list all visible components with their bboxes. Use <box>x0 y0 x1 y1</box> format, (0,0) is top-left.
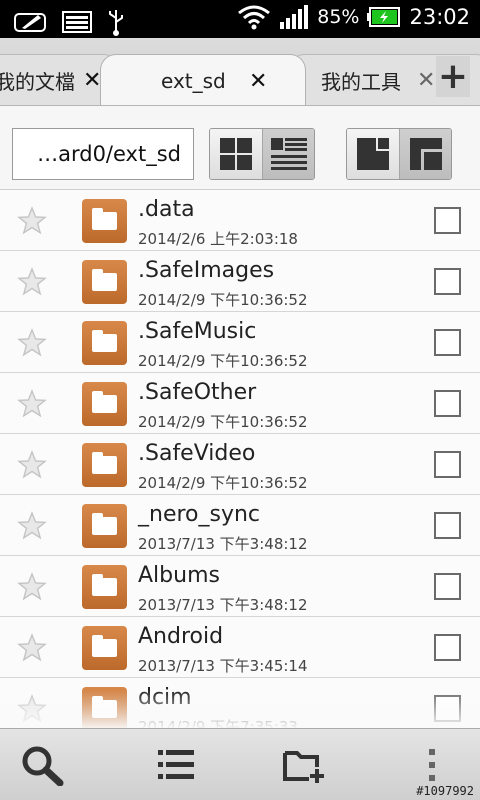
new-folder-icon <box>283 751 324 783</box>
close-icon[interactable]: ✕ <box>417 68 435 93</box>
battery-percent: 85% <box>317 6 360 28</box>
clock: 23:02 <box>409 5 470 29</box>
image-icon <box>62 11 92 33</box>
file-date: 2014/2/9 下午10:36:52 <box>138 291 308 309</box>
star-icon[interactable] <box>17 633 47 663</box>
file-row[interactable]: Android 2013/7/13 下午3:45:14 <box>0 617 480 678</box>
file-list: .data 2014/2/6 上午2:03:18 .SafeImages 2014/2… <box>0 190 480 728</box>
file-row[interactable]: dcim 2014/2/9 下午7:35:33 <box>0 678 480 728</box>
file-name: .SafeMusic <box>138 319 257 344</box>
tab-label: 我的工具 <box>321 70 401 94</box>
file-row[interactable]: .SafeImages 2014/2/9 下午10:36:52 <box>0 251 480 312</box>
file-row[interactable]: .SafeMusic 2014/2/9 下午10:36:52 <box>0 312 480 373</box>
star-icon[interactable] <box>17 511 47 541</box>
tab-label: 我的文檔 <box>0 70 75 94</box>
file-row[interactable]: .SafeVideo 2014/2/9 下午10:36:52 <box>0 434 480 495</box>
usb-icon <box>109 10 123 36</box>
file-row[interactable]: .SafeOther 2014/2/9 下午10:36:52 <box>0 373 480 434</box>
wifi-icon <box>238 5 271 30</box>
path-field[interactable]: …ard0/ext_sd <box>12 128 194 180</box>
file-name: dcim <box>138 685 192 710</box>
tab-bar: 我的文檔 ✕ 我的工具 ✕ ext_sd ✕ + <box>0 38 480 106</box>
new-folder-button[interactable] <box>280 743 328 787</box>
file-row[interactable]: Albums 2013/7/13 下午3:48:12 <box>0 556 480 617</box>
select-checkbox[interactable] <box>434 207 461 234</box>
more-vertical-icon <box>429 749 435 781</box>
edit-icon <box>14 13 46 32</box>
select-checkbox[interactable] <box>434 390 461 417</box>
grid-view-icon <box>220 138 252 170</box>
select-checkbox[interactable] <box>434 634 461 661</box>
select-checkbox[interactable] <box>434 451 461 478</box>
folder-icon <box>82 565 127 609</box>
search-button[interactable] <box>18 743 66 787</box>
close-icon[interactable]: ✕ <box>249 69 267 94</box>
file-name: .SafeOther <box>138 380 257 405</box>
file-name: _nero_sync <box>138 502 261 527</box>
select-checkbox[interactable] <box>434 573 461 600</box>
folder-icon <box>82 626 127 670</box>
file-name: .SafeImages <box>138 258 275 283</box>
folder-icon <box>82 321 127 365</box>
folder-icon <box>82 382 127 426</box>
dual-panel-icon <box>409 138 442 170</box>
list-view-icon <box>270 138 307 170</box>
tab-ext-sd[interactable]: ext_sd ✕ <box>100 54 306 105</box>
star-icon[interactable] <box>17 389 47 419</box>
grid-view-button[interactable] <box>210 129 262 179</box>
select-checkbox[interactable] <box>434 695 461 722</box>
panel-layout-toggle <box>346 128 452 180</box>
star-icon[interactable] <box>17 572 47 602</box>
star-icon[interactable] <box>17 694 47 724</box>
file-row[interactable]: .data 2014/2/6 上午2:03:18 <box>0 190 480 251</box>
view-mode-toggle <box>209 128 315 180</box>
folder-icon <box>82 687 127 728</box>
list-view-button[interactable] <box>262 129 314 179</box>
battery-charging-icon <box>367 7 401 27</box>
toolbar: …ard0/ext_sd <box>0 106 480 190</box>
file-date: 2014/2/9 下午10:36:52 <box>138 413 308 431</box>
file-date: 2013/7/13 下午3:45:14 <box>138 657 308 675</box>
add-tab-button[interactable]: + <box>435 56 470 97</box>
folder-icon <box>82 199 127 243</box>
single-panel-icon <box>357 138 389 170</box>
select-checkbox[interactable] <box>434 268 461 295</box>
file-date: 2014/2/6 上午2:03:18 <box>138 230 298 248</box>
list-icon <box>158 750 194 779</box>
file-date: 2014/2/9 下午10:36:52 <box>138 474 308 492</box>
status-bar: 85% 23:02 <box>0 0 480 38</box>
folder-icon <box>82 443 127 487</box>
sort-list-button[interactable] <box>152 743 200 787</box>
file-name: Albums <box>138 563 220 588</box>
close-icon[interactable]: ✕ <box>83 68 101 93</box>
file-date: 2014/2/9 下午10:36:52 <box>138 352 308 370</box>
star-icon[interactable] <box>17 328 47 358</box>
star-icon[interactable] <box>17 206 47 236</box>
select-checkbox[interactable] <box>434 329 461 356</box>
file-date: 2013/7/13 下午3:48:12 <box>138 596 308 614</box>
file-date: 2014/2/9 下午7:35:33 <box>138 718 298 728</box>
overflow-menu-button[interactable] <box>408 743 456 787</box>
star-icon[interactable] <box>17 450 47 480</box>
dual-panel-button[interactable] <box>399 129 451 179</box>
select-checkbox[interactable] <box>434 512 461 539</box>
file-name: .data <box>138 197 195 222</box>
watermark: #1097992 <box>416 784 474 798</box>
folder-icon <box>82 260 127 304</box>
bottom-action-bar: #1097992 <box>0 728 480 800</box>
signal-icon <box>280 5 309 29</box>
tab-label: ext_sd <box>161 69 226 93</box>
star-icon[interactable] <box>17 267 47 297</box>
file-date: 2013/7/13 下午3:48:12 <box>138 535 308 553</box>
file-row[interactable]: _nero_sync 2013/7/13 下午3:48:12 <box>0 495 480 556</box>
search-icon <box>22 746 64 786</box>
file-name: .SafeVideo <box>138 441 256 466</box>
single-panel-button[interactable] <box>347 129 399 179</box>
file-name: Android <box>138 624 224 649</box>
folder-icon <box>82 504 127 548</box>
